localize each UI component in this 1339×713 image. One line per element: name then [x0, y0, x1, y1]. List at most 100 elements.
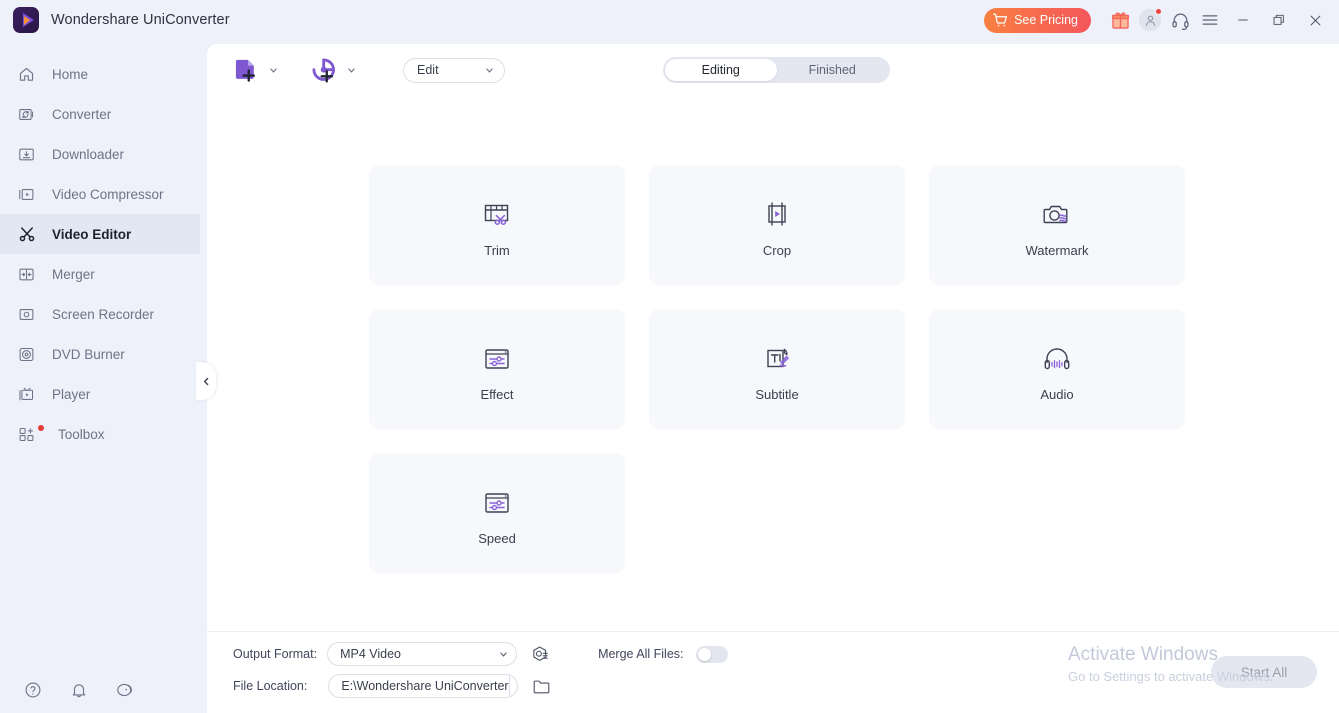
add-recording-button[interactable] [311, 57, 356, 84]
crop-icon [760, 193, 794, 237]
speed-icon [480, 481, 514, 525]
cart-icon [993, 13, 1008, 28]
sidebar-item-toolbox[interactable]: Toolbox [0, 414, 200, 454]
home-icon [18, 66, 42, 83]
chevron-down-icon [485, 66, 494, 75]
see-pricing-button[interactable]: See Pricing [984, 7, 1091, 33]
sidebar: Home Converter Downloader Video Compress… [0, 40, 200, 713]
output-format-row: Output Format: MP4 Video Merge All Files… [233, 642, 728, 666]
feedback-icon[interactable] [114, 679, 136, 701]
video-compressor-icon [18, 186, 42, 203]
trim-icon [480, 193, 514, 237]
output-settings-bar: Output Format: MP4 Video Merge All Files… [207, 631, 1339, 713]
tool-card-label: Subtitle [755, 386, 799, 402]
sidebar-item-video-compressor[interactable]: Video Compressor [0, 174, 200, 214]
minimize-icon[interactable] [1225, 0, 1261, 40]
sidebar-item-label: Screen Recorder [52, 306, 155, 322]
output-format-value: MP4 Video [340, 647, 401, 661]
uniconverter-logo-icon [13, 7, 39, 33]
tool-card-subtitle[interactable]: Subtitle [649, 309, 905, 429]
sidebar-nav: Home Converter Downloader Video Compress… [0, 40, 200, 454]
folder-icon[interactable] [532, 677, 551, 696]
hamburger-menu-icon[interactable] [1195, 5, 1225, 35]
sidebar-item-label: Toolbox [58, 426, 105, 442]
output-format-select[interactable]: MP4 Video [327, 642, 518, 666]
add-files-button[interactable] [233, 57, 278, 84]
chevron-left-icon [202, 377, 211, 386]
tool-card-label: Crop [762, 242, 792, 258]
sidebar-item-label: Merger [52, 266, 95, 282]
notification-dot [1155, 8, 1162, 15]
sidebar-item-label: Downloader [52, 146, 125, 162]
sidebar-item-downloader[interactable]: Downloader [0, 134, 200, 174]
sidebar-item-label: Player [52, 386, 91, 402]
main-content: Edit Editing Finished Trim Crop Watermar… [207, 44, 1339, 713]
subtitle-icon [760, 337, 794, 381]
tab-finished[interactable]: Finished [777, 59, 889, 81]
sidebar-item-converter[interactable]: Converter [0, 94, 200, 134]
headset-icon[interactable] [1165, 5, 1195, 35]
downloader-icon [18, 146, 42, 163]
titlebar-actions: See Pricing [984, 0, 1339, 40]
merge-all-files-toggle[interactable] [695, 645, 728, 663]
see-pricing-label: See Pricing [1014, 13, 1078, 27]
editor-toolbar: Edit Editing Finished [207, 44, 1339, 96]
tool-card-audio[interactable]: Audio [929, 309, 1185, 429]
tool-card-grid: Trim Crop Watermark Effect Subtitle Audi… [369, 165, 1185, 573]
sidebar-item-merger[interactable]: Merger [0, 254, 200, 294]
tool-card-effect[interactable]: Effect [369, 309, 625, 429]
sidebar-item-video-editor[interactable]: Video Editor [0, 214, 200, 254]
tab-editing[interactable]: Editing [665, 59, 777, 81]
sidebar-item-label: Converter [52, 106, 112, 122]
tool-card-label: Watermark [1025, 242, 1089, 258]
sidebar-item-home[interactable]: Home [0, 54, 200, 94]
chevron-down-icon [499, 650, 508, 659]
edit-mode-select[interactable]: Edit [403, 57, 505, 83]
output-settings-icon[interactable] [531, 645, 550, 664]
restore-icon[interactable] [1261, 0, 1297, 40]
sidebar-bottom-actions [0, 679, 200, 701]
file-location-row: File Location: E:\Wondershare UniConvert… [233, 674, 551, 698]
tool-card-label: Effect [480, 386, 514, 402]
chevron-down-icon [508, 675, 518, 697]
merger-icon [18, 266, 42, 283]
file-location-select[interactable]: E:\Wondershare UniConverter [328, 674, 519, 698]
sidebar-item-label: Home [52, 66, 89, 82]
edit-mode-value: Edit [417, 63, 439, 77]
tool-card-speed[interactable]: Speed [369, 453, 625, 573]
chevron-down-icon[interactable] [269, 66, 278, 75]
tool-card-label: Speed [478, 530, 516, 546]
status-tabs: Editing Finished [663, 57, 890, 83]
tool-card-label: Trim [484, 242, 510, 258]
app-window: Wondershare UniConverter See Pricing Hom… [0, 0, 1339, 713]
sidebar-item-label: Video Editor [52, 226, 132, 242]
audio-icon [1040, 337, 1074, 381]
sidebar-item-player[interactable]: Player [0, 374, 200, 414]
chevron-down-icon[interactable] [347, 66, 356, 75]
tool-card-crop[interactable]: Crop [649, 165, 905, 285]
tool-card-watermark[interactable]: Watermark [929, 165, 1185, 285]
close-icon[interactable] [1297, 0, 1333, 40]
scissors-icon [18, 225, 42, 243]
file-location-label: File Location: [233, 679, 308, 693]
sidebar-item-dvd-burner[interactable]: DVD Burner [0, 334, 200, 374]
app-title: Wondershare UniConverter [51, 12, 230, 28]
merge-all-files-label: Merge All Files: [598, 647, 684, 661]
sidebar-item-label: DVD Burner [52, 346, 125, 362]
sidebar-item-screen-recorder[interactable]: Screen Recorder [0, 294, 200, 334]
sidebar-item-label: Video Compressor [52, 186, 164, 202]
help-circle-icon[interactable] [22, 679, 44, 701]
output-format-label: Output Format: [233, 647, 318, 661]
start-all-button[interactable]: Start All [1211, 656, 1317, 688]
tool-card-trim[interactable]: Trim [369, 165, 625, 285]
add-file-icon [233, 57, 260, 84]
watermark-icon [1040, 193, 1074, 237]
title-bar: Wondershare UniConverter See Pricing [0, 0, 1339, 40]
bell-icon[interactable] [68, 679, 90, 701]
sidebar-collapse-button[interactable] [196, 362, 216, 400]
effect-icon [480, 337, 514, 381]
player-icon [18, 386, 42, 403]
tool-card-label: Audio [1040, 386, 1074, 402]
account-button[interactable] [1135, 5, 1165, 35]
gift-icon[interactable] [1105, 5, 1135, 35]
